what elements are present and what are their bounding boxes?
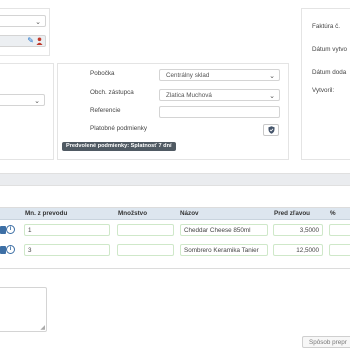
default-terms-badge: Predvolené podmienky: Splatnosť 7 dní [62,142,176,151]
section-divider [0,173,350,186]
invoice-info-panel: Faktúra č. Dátum vytvo Dátum doda Vytvor… [301,8,350,160]
items-table: Mn. z prevodu Množstvo Názov Pred zľavou… [0,207,350,269]
reference-label: Referencie [90,107,121,114]
price-input[interactable]: 3,5000 [273,224,323,236]
name-input[interactable]: Cheddar Cheese 850ml [180,224,268,236]
col-price: Pred zľavou [274,210,311,217]
invoice-number-label: Faktúra č. [312,23,340,30]
chevron-down-icon: ⌄ [34,98,40,105]
reference-input[interactable] [159,106,280,118]
table-row: i 1 Cheddar Cheese 850ml 3,5000 [0,223,350,239]
resize-handle-icon[interactable]: ◢ [40,324,45,331]
sales-rep-label: Obch. zástupca [90,89,134,96]
customer-details-panel: ⌄ [0,63,54,160]
document-details-panel: Pobočka Centrálny sklad ⌄ Obch. zástupca… [57,63,289,160]
qty-transfer-input[interactable]: 1 [24,224,110,236]
payment-terms-label: Platobné podmienky [90,125,148,132]
chevron-down-icon: ⌄ [35,19,41,26]
sales-rep-select[interactable]: Zlatica Muchová ⌄ [159,89,280,101]
customer-panel: ⌄ ✎ [0,8,50,56]
created-by-label: Vytvoril: [312,87,335,94]
qty-input[interactable] [117,224,174,236]
chevron-down-icon: ⌄ [269,73,275,80]
info-icon[interactable]: i [6,225,15,234]
info-icon[interactable]: i [6,245,15,254]
shield-icon [267,126,275,134]
customer-select[interactable]: ⌄ [0,15,46,27]
branch-select[interactable]: Centrálny sklad ⌄ [159,69,280,81]
chevron-down-icon: ⌄ [269,93,275,100]
created-date-label: Dátum vytvo [312,46,347,53]
col-name: Názov [180,210,199,217]
qty-transfer-input[interactable]: 3 [24,244,110,256]
col-percent: % [330,210,336,217]
table-header-row: Mn. z prevodu Množstvo Názov Pred zľavou… [0,208,350,220]
notes-textarea[interactable]: ◢ [0,287,47,332]
col-qty: Množstvo [118,210,148,217]
delivery-date-label: Dátum doda [312,69,347,76]
price-input[interactable]: 12,5000 [273,244,323,256]
pencil-icon[interactable]: ✎ [27,36,34,45]
table-row: i 3 Sombrero Keramika Tanier 12,5000 [0,243,350,259]
delivery-address-select[interactable]: ⌄ [0,94,45,106]
branch-label: Pobočka [90,70,115,77]
customer-address-input[interactable]: ✎ [0,35,46,47]
name-input[interactable]: Sombrero Keramika Tanier [180,244,268,256]
payment-method-button[interactable]: Spôsob prepr [302,336,350,348]
user-icon[interactable] [36,37,43,45]
percent-input[interactable] [329,224,350,236]
qty-input[interactable] [117,244,174,256]
payment-terms-button[interactable] [263,124,279,136]
col-qty-transfer: Mn. z prevodu [25,210,68,217]
percent-input[interactable] [329,244,350,256]
